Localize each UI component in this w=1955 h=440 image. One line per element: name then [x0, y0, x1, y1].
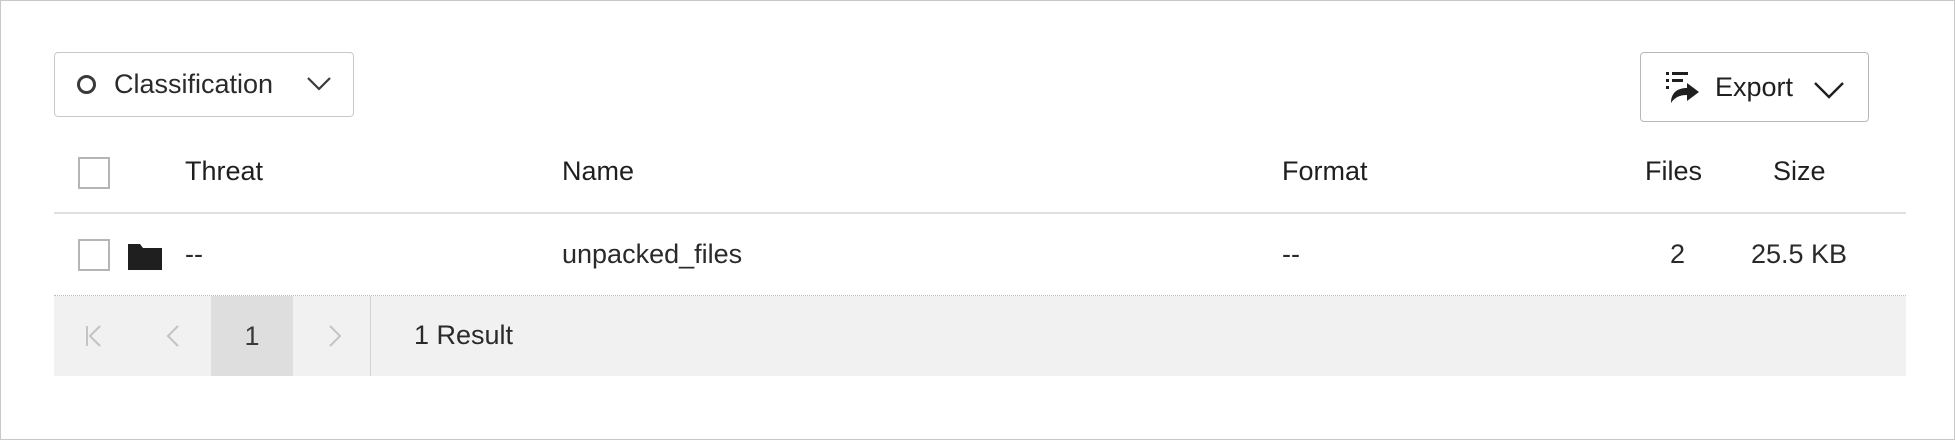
cell-files: 2	[1670, 239, 1686, 269]
table-header: Threat Name Format Files Size	[54, 137, 1906, 214]
page-number-current[interactable]: 1	[211, 296, 293, 376]
export-label: Export	[1715, 71, 1794, 102]
chevron-left-icon	[166, 325, 179, 347]
header-threat[interactable]: Threat	[185, 156, 263, 187]
previous-page-button[interactable]	[134, 296, 214, 376]
files-table: Threat Name Format Files Size -- unpacke…	[54, 137, 1906, 376]
cell-size: 25.5 KB	[1751, 239, 1848, 269]
cell-format: --	[1282, 239, 1300, 269]
table-row[interactable]: -- unpacked_files -- 2 25.5 KB	[54, 214, 1906, 296]
export-icon	[1666, 72, 1699, 103]
header-name[interactable]: Name	[562, 156, 634, 187]
pager-divider	[370, 296, 371, 376]
classification-label: Classification	[114, 69, 274, 99]
chevron-right-icon	[329, 325, 342, 347]
file-list-frame: Classification Export Threat Name Format…	[0, 0, 1955, 440]
header-size[interactable]: Size	[1773, 156, 1826, 187]
select-all-checkbox[interactable]	[78, 157, 110, 189]
classification-dropdown[interactable]: Classification	[54, 52, 354, 117]
row-checkbox[interactable]	[78, 239, 110, 271]
header-files[interactable]: Files	[1645, 156, 1702, 187]
first-page-icon	[86, 325, 101, 347]
next-page-button[interactable]	[294, 296, 374, 376]
result-count: 1 Result	[414, 320, 514, 350]
folder-icon	[128, 244, 162, 270]
cell-name[interactable]: unpacked_files	[562, 239, 742, 270]
circle-icon	[77, 75, 96, 94]
export-button[interactable]: Export	[1640, 52, 1869, 122]
header-format[interactable]: Format	[1282, 156, 1368, 187]
cell-threat: --	[185, 239, 203, 269]
chevron-down-icon	[307, 77, 331, 91]
chevron-down-icon	[1814, 82, 1844, 99]
first-page-button[interactable]	[54, 296, 134, 376]
pagination-bar: 1 1 Result	[54, 296, 1906, 376]
